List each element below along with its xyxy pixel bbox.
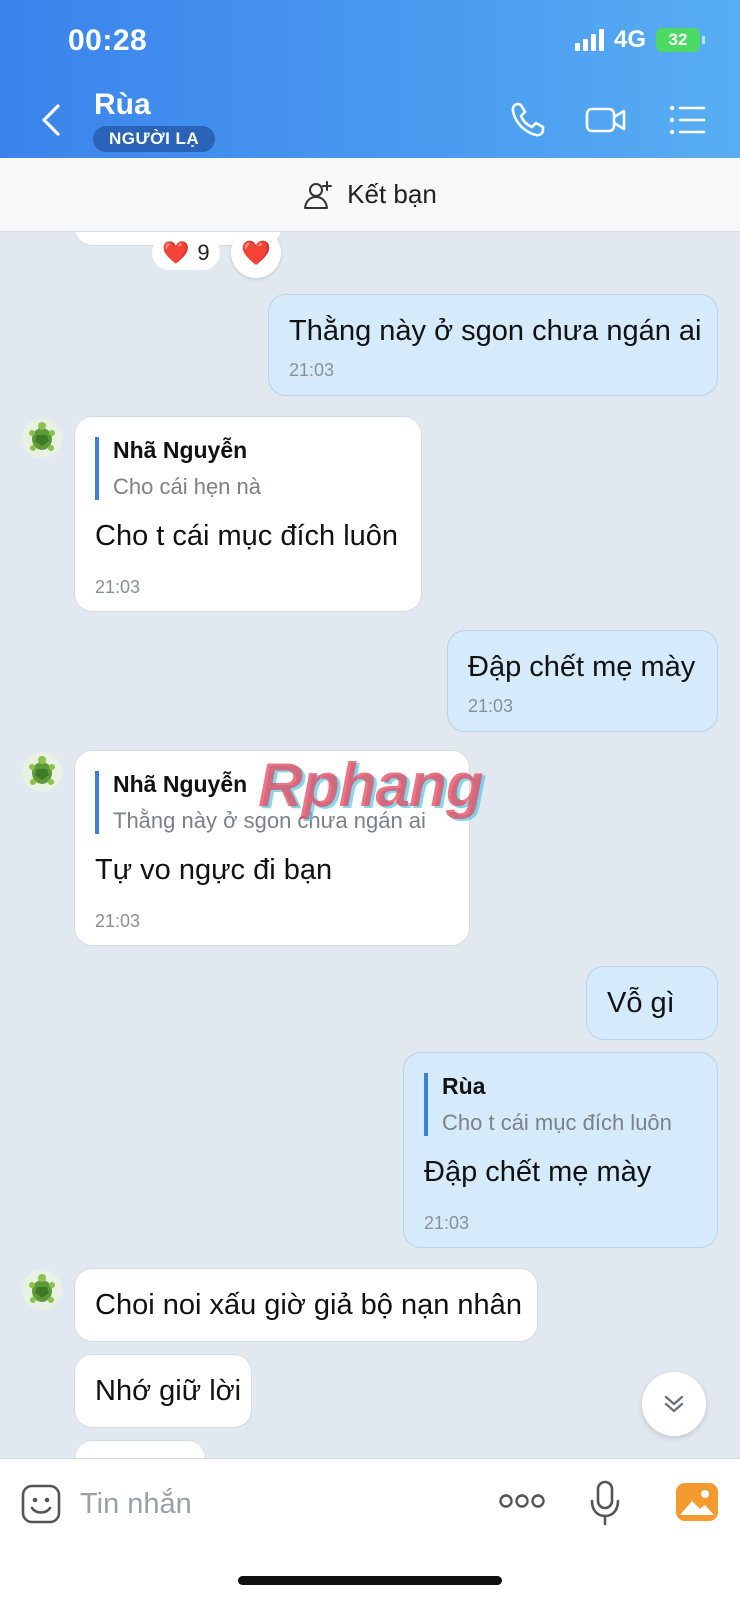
turtle-icon <box>29 756 55 785</box>
message-text: Nhớ giữ lời <box>95 1375 242 1407</box>
quote-author: Rùa <box>442 1073 486 1099</box>
message-time: 21:03 <box>95 911 141 931</box>
reaction-count: 9 <box>197 240 210 265</box>
message-text: Cho t cái mục đích luôn <box>95 520 399 552</box>
voice-call-button[interactable] <box>506 98 550 142</box>
quote-text: Cho cái hẹn nà <box>113 474 261 499</box>
sticker-button[interactable] <box>20 1483 62 1530</box>
turtle-icon <box>29 1274 55 1303</box>
message-time: 21:03 <box>468 696 514 716</box>
heart-icon: ❤️ <box>241 239 271 267</box>
scroll-to-bottom-button[interactable] <box>642 1372 706 1436</box>
status-indicators: 4G 32 <box>574 26 705 54</box>
message-bubble-incoming[interactable]: Nhớ giữ lời <box>74 1354 252 1428</box>
message-text: Đập chết mẹ mày <box>468 651 696 683</box>
message-text: Choi noi xấu giờ giả bộ nạn nhân <box>95 1289 522 1321</box>
battery-icon: 32 <box>656 28 705 52</box>
voice-message-button[interactable] <box>588 1479 622 1532</box>
status-time: 00:28 <box>68 24 148 57</box>
avatar[interactable] <box>22 418 62 458</box>
microphone-icon <box>590 1480 620 1526</box>
quote-text: Thằng này ở sgon chưa ngán ai <box>113 808 426 833</box>
turtle-icon <box>29 422 55 451</box>
phone-icon <box>511 102 545 137</box>
quote-author: Nhã Nguyễn <box>113 771 248 797</box>
message-bubble-partial[interactable] <box>74 1440 206 1458</box>
reply-quote[interactable]: Nhã Nguyễn Cho cái hẹn nà <box>95 437 401 500</box>
network-type: 4G <box>613 26 646 53</box>
chat-header: 00:28 4G 32 Rùa NGƯỜI LẠ <box>0 0 740 158</box>
sticker-icon <box>21 1484 61 1524</box>
avatar[interactable] <box>22 752 62 792</box>
message-text: Thằng này ở sgon chưa ngán ai <box>289 315 702 347</box>
contact-name[interactable]: Rùa <box>94 88 151 122</box>
video-call-button[interactable] <box>584 98 628 142</box>
add-friend-label: Kết bạn <box>347 179 437 209</box>
menu-button[interactable] <box>666 98 710 142</box>
message-bubble-outgoing[interactable]: Rùa Cho t cái mục đích luôn Đập chết mẹ … <box>403 1052 718 1248</box>
quote-author: Nhã Nguyễn <box>113 437 248 463</box>
message-bubble-incoming[interactable]: Choi noi xấu giờ giả bộ nạn nhân <box>74 1268 538 1342</box>
stranger-badge: NGƯỜI LẠ <box>93 126 216 152</box>
double-chevron-down-icon <box>664 1395 684 1413</box>
more-options-button[interactable] <box>498 1489 546 1518</box>
message-time: 21:03 <box>95 577 141 597</box>
add-user-icon <box>304 180 333 209</box>
message-bubble-outgoing[interactable]: Thằng này ở sgon chưa ngán ai 21:03 <box>268 294 718 396</box>
heart-icon: ❤️ <box>162 240 190 265</box>
message-text: Đập chết mẹ mày <box>424 1156 652 1188</box>
message-input[interactable] <box>80 1481 460 1527</box>
chevron-left-icon <box>42 104 60 136</box>
message-time: 21:03 <box>289 360 335 380</box>
photo-button[interactable] <box>674 1479 720 1530</box>
reaction-summary[interactable]: ❤️ 9 <box>152 236 220 270</box>
message-bubble-outgoing[interactable]: Đập chết mẹ mày 21:03 <box>447 630 718 732</box>
message-bubble-incoming[interactable]: Nhã Nguyễn Cho cái hẹn nà Cho t cái mục … <box>74 416 422 612</box>
reply-quote[interactable]: Nhã Nguyễn Thằng này ở sgon chưa ngán ai <box>95 771 449 834</box>
home-indicator <box>238 1576 502 1585</box>
avatar[interactable] <box>22 1270 62 1310</box>
add-friend-bar[interactable]: Kết bạn <box>0 158 740 232</box>
message-text: Vỗ gì <box>607 987 675 1019</box>
more-dots-icon <box>499 1494 545 1508</box>
react-button[interactable]: ❤️ <box>231 232 281 278</box>
quote-text: Cho t cái mục đích luôn <box>442 1110 672 1135</box>
video-camera-icon <box>585 107 626 133</box>
message-bubble-outgoing[interactable]: Vỗ gì <box>586 966 718 1040</box>
list-menu-icon <box>669 105 706 135</box>
message-list[interactable]: ❤️ 9 ❤️ Thằng này ở sgon chưa ngán ai 21… <box>0 232 740 1458</box>
back-button[interactable] <box>34 98 70 142</box>
message-text: Tự vo ngực đi bạn <box>95 854 333 886</box>
message-bubble-incoming[interactable]: Nhã Nguyễn Thằng này ở sgon chưa ngán ai… <box>74 750 470 946</box>
signal-icon <box>574 29 604 51</box>
reply-quote[interactable]: Rùa Cho t cái mục đích luôn <box>424 1073 697 1136</box>
message-time: 21:03 <box>424 1213 470 1233</box>
image-gallery-icon <box>676 1483 718 1521</box>
